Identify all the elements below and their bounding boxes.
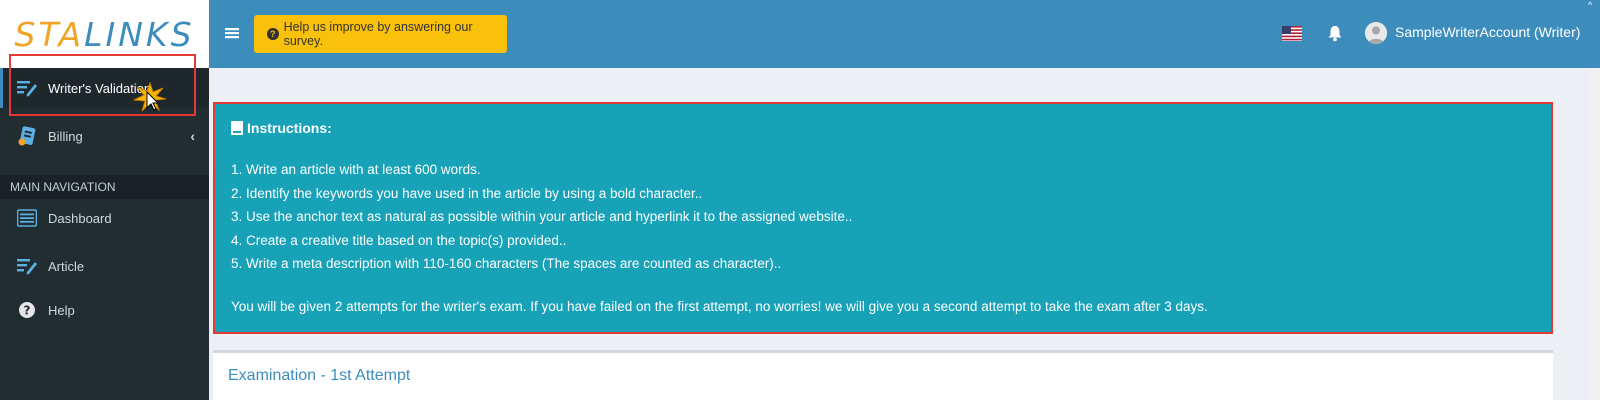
chevron-left-icon[interactable]: ‹ (190, 128, 195, 144)
nav-header: MAIN NAVIGATION (0, 175, 209, 199)
instructions-list: 1. Write an article with at least 600 wo… (231, 158, 1535, 276)
us-flag-icon[interactable] (1282, 26, 1302, 46)
edit-list-icon (16, 255, 38, 277)
sidebar-item-label: Help (48, 302, 75, 318)
sidebar-item-article[interactable]: Article (0, 246, 209, 286)
exam-title: Examination - 1st Attempt (228, 367, 411, 384)
exam-box: Examination - 1st Attempt (213, 350, 1553, 400)
list-item: 5. Write a meta description with 110-160… (231, 256, 782, 271)
list-item: 2. Identify the keywords you have used i… (231, 185, 703, 201)
top-navbar: ? Help us improve by answering our surve… (209, 0, 1600, 68)
sidebar-item-dashboard[interactable]: Dashboard (0, 198, 209, 238)
sidebar: STALINKS Writer's Validation Billing ‹ M… (0, 0, 209, 400)
edit-list-icon (16, 77, 38, 99)
main-content: Instructions: 1. Write an article with a… (209, 68, 1600, 400)
sidebar-item-label: Dashboard (48, 210, 112, 226)
svg-text:?: ? (24, 304, 31, 318)
logo[interactable]: STALINKS (0, 0, 209, 68)
list-item: 3. Use the anchor text as natural as pos… (231, 209, 853, 224)
logo-text: STALINKS (14, 14, 195, 54)
sidebar-item-writers-validation[interactable]: Writer's Validation (0, 68, 209, 108)
instructions-callout: Instructions: 1. Write an article with a… (213, 102, 1553, 334)
sidebar-item-help[interactable]: ? Help (0, 290, 209, 330)
instructions-heading: Instructions: (231, 120, 1535, 136)
list-item: 1. Write an article with at least 600 wo… (231, 162, 481, 177)
bell-icon[interactable] (1327, 24, 1343, 47)
survey-button[interactable]: ? Help us improve by answering our surve… (254, 15, 507, 53)
click-cursor-icon (132, 81, 167, 117)
attempts-note: You will be given 2 attempts for the wri… (231, 298, 1208, 314)
book-icon (231, 121, 243, 135)
scrollbar[interactable] (1590, 68, 1600, 400)
instructions-title: Instructions: (247, 120, 332, 136)
question-circle-icon: ? (267, 28, 279, 40)
avatar[interactable] (1365, 22, 1387, 44)
hamburger-menu-icon[interactable] (225, 24, 239, 45)
user-menu[interactable]: SampleWriterAccount (Writer) (1395, 24, 1580, 40)
sidebar-item-billing[interactable]: Billing ‹ (0, 116, 209, 156)
list-item: 4. Create a creative title based on the … (231, 232, 567, 248)
billing-icon (16, 125, 38, 147)
question-icon: ? (16, 299, 38, 321)
list-icon (16, 207, 38, 229)
sidebar-item-label: Article (48, 258, 85, 274)
survey-label: Help us improve by answering our survey. (283, 20, 473, 48)
scroll-up-arrow-icon[interactable]: ^ (1588, 0, 1600, 12)
sidebar-item-label: Billing (48, 128, 83, 144)
